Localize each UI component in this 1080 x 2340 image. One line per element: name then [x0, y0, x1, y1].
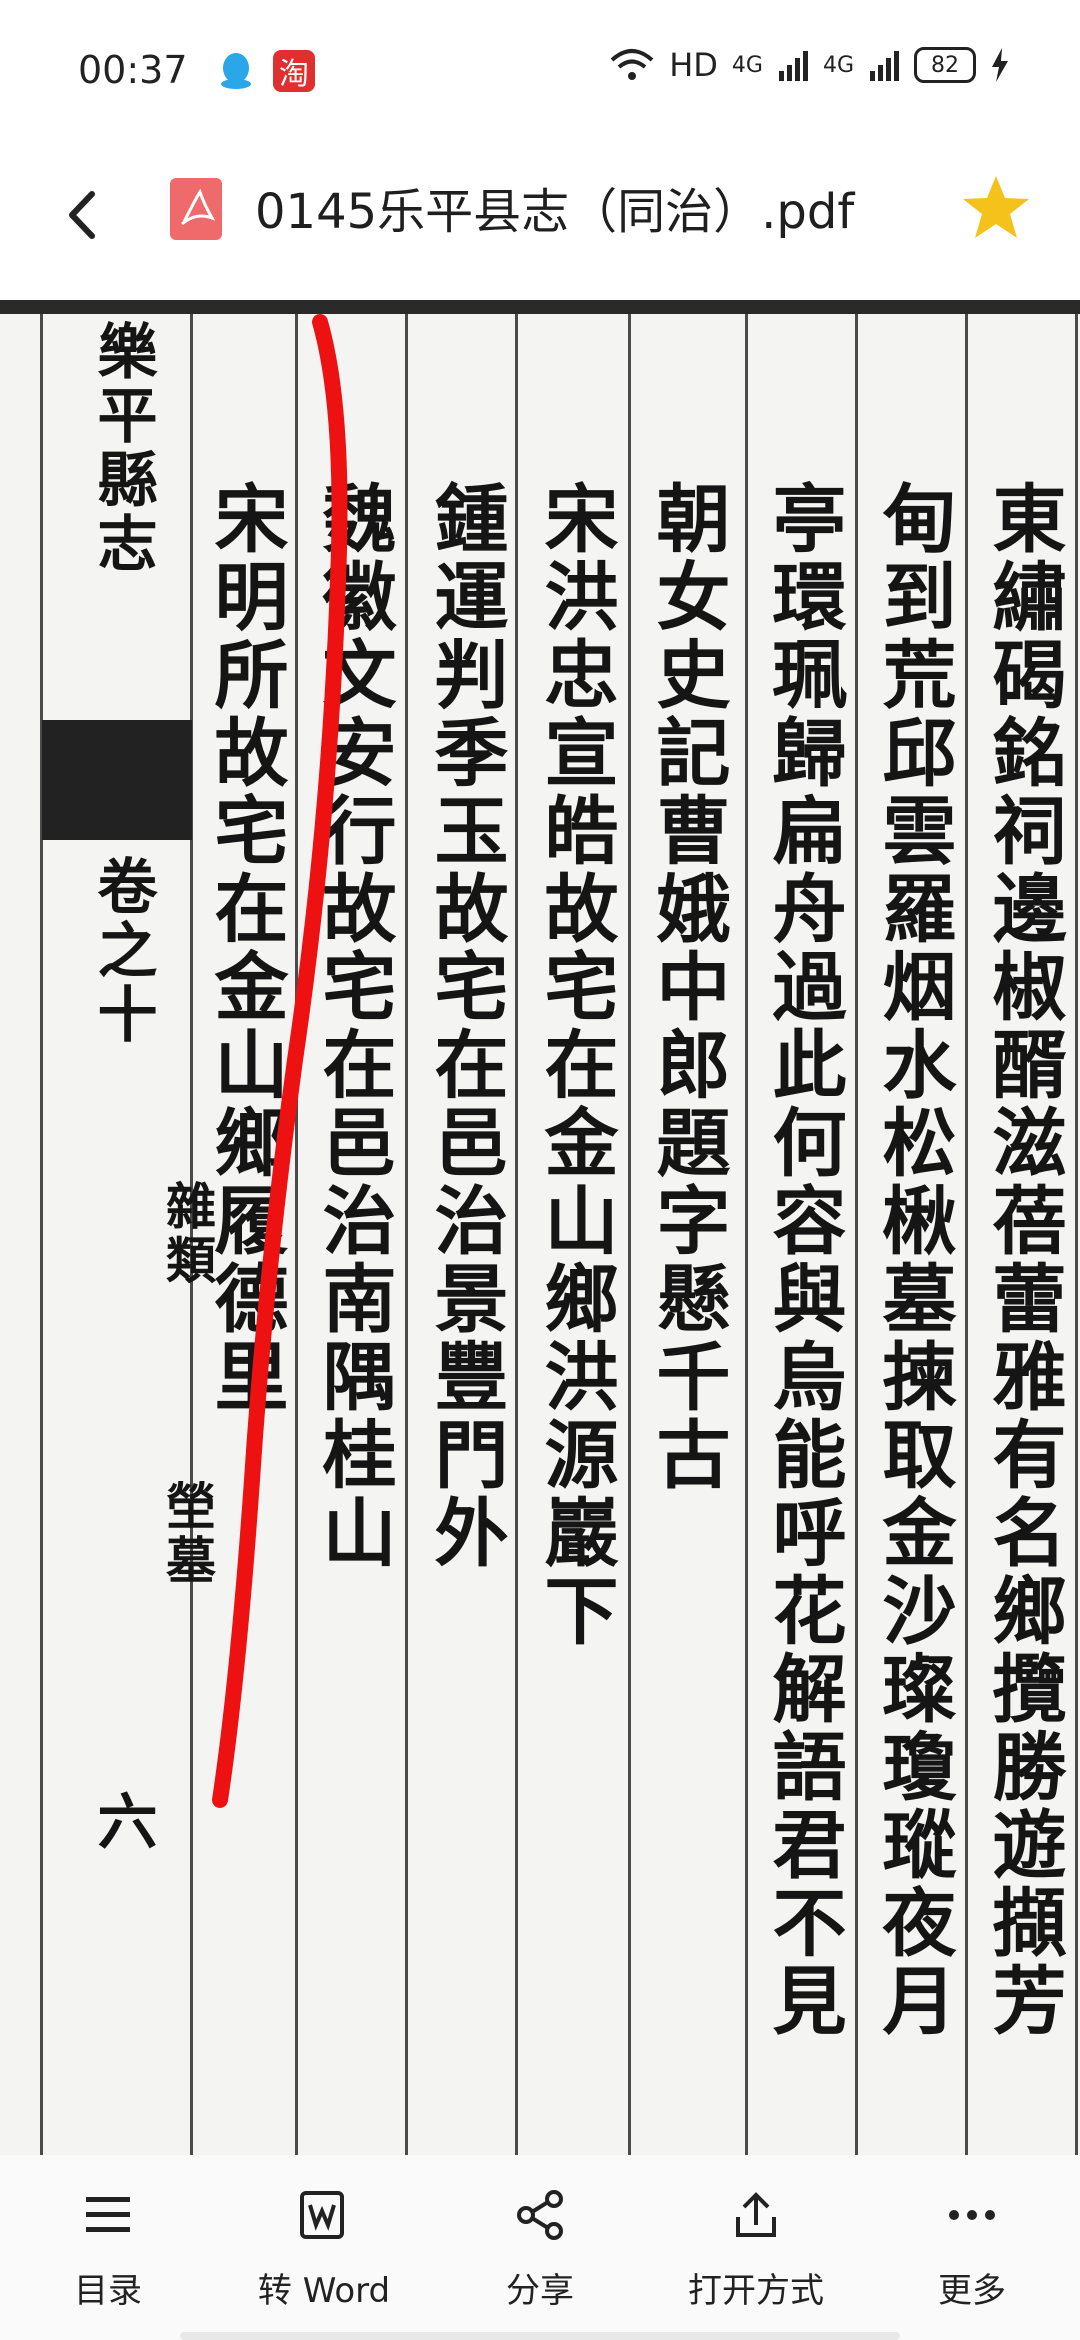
- more-dots-icon: [949, 2210, 995, 2220]
- network-label: HD: [669, 46, 718, 84]
- bottom-toolbar: 目录 转 Word 分享 打开方式 更多: [0, 2155, 1080, 2340]
- signal-icon: [778, 51, 808, 81]
- red-annotation-stroke: [212, 314, 348, 1808]
- signal-label-1: 4G: [731, 52, 763, 78]
- upload-icon: [736, 2192, 776, 2237]
- share-label: 分享: [506, 2271, 574, 2311]
- taobao-icon: 淘: [273, 50, 315, 92]
- back-button[interactable]: [50, 180, 120, 250]
- signal-label-2: 4G: [822, 52, 854, 78]
- convert-word-label: 转 Word: [257, 2271, 391, 2311]
- status-time: 00:37: [78, 48, 188, 92]
- pdf-file-icon: [170, 178, 222, 240]
- document-title: 0145乐平县志（同治）.pdf: [255, 184, 855, 240]
- document-header: 0145乐平县志（同治）.pdf: [0, 150, 1080, 300]
- status-right: HD 4G 4G 82: [609, 46, 1010, 84]
- convert-word-button[interactable]: 转 Word: [224, 2155, 424, 2315]
- share-icon: [517, 2190, 563, 2240]
- qq-icon: [221, 53, 251, 89]
- signal-icon: [870, 51, 899, 81]
- status-bar: 00:37 淘 HD 4G 4G 82: [0, 0, 1080, 150]
- open-with-label: 打开方式: [688, 2271, 824, 2311]
- charging-icon: [992, 48, 1008, 82]
- favorite-star-icon[interactable]: [956, 168, 1036, 248]
- toc-label: 目录: [74, 2271, 142, 2311]
- share-button[interactable]: 分享: [440, 2155, 640, 2315]
- more-button[interactable]: 更多: [872, 2155, 1072, 2315]
- word-icon: [300, 2191, 344, 2239]
- wifi-icon: [610, 49, 654, 80]
- list-icon: [86, 2197, 130, 2232]
- home-indicator[interactable]: [180, 2332, 900, 2340]
- pdf-page-view[interactable]: 東繡碣銘祠邊椒醑滋蓓蕾雅有名鄉攬勝遊擷芳 甸到荒邱雲羅烟水松楸墓揀取金沙璨瓊瑽夜…: [0, 300, 1080, 2155]
- open-with-button[interactable]: 打开方式: [656, 2155, 856, 2315]
- more-label: 更多: [938, 2271, 1006, 2311]
- battery-indicator: 82: [914, 47, 976, 83]
- status-notification-icons: 淘: [215, 50, 315, 92]
- battery-level: 82: [931, 52, 959, 78]
- toc-button[interactable]: 目录: [8, 2155, 208, 2315]
